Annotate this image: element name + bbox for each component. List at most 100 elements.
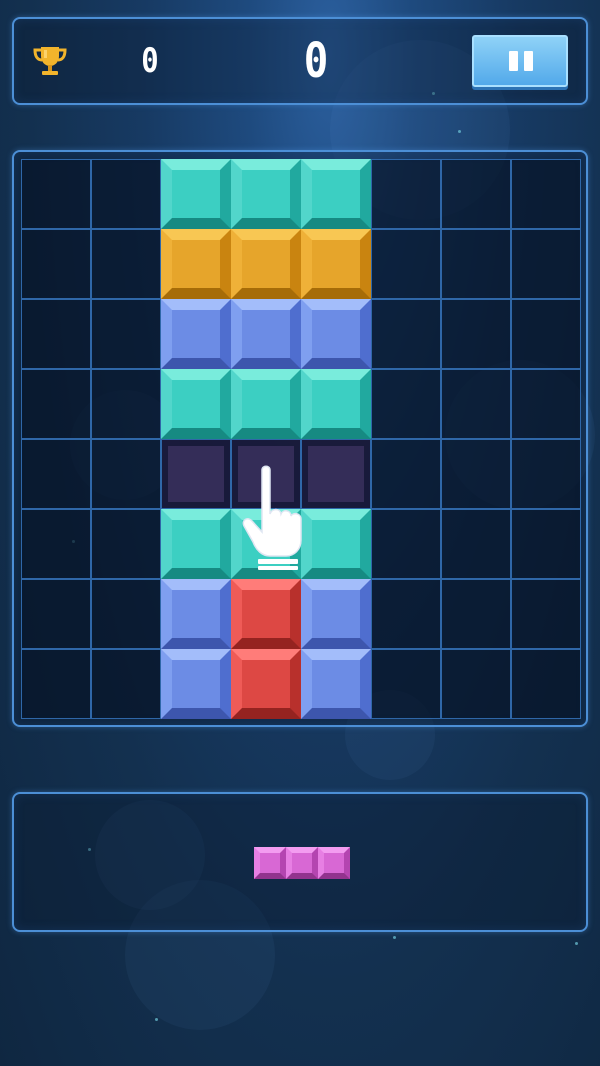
- board-cell[interactable]: [21, 229, 91, 299]
- board-cell[interactable]: [511, 579, 581, 649]
- board-cell[interactable]: [21, 159, 91, 229]
- board-cell[interactable]: [371, 579, 441, 649]
- board-cell[interactable]: [441, 369, 511, 439]
- board-cell[interactable]: [441, 159, 511, 229]
- board-cell[interactable]: [301, 229, 371, 299]
- background-particle: [155, 1018, 158, 1021]
- block-teal: [161, 509, 231, 579]
- background-particle: [393, 936, 396, 939]
- block-teal: [231, 369, 301, 439]
- board-cell[interactable]: [91, 369, 161, 439]
- board-cell[interactable]: [231, 229, 301, 299]
- board-cell[interactable]: [231, 369, 301, 439]
- block-orange: [161, 229, 231, 299]
- board-cell[interactable]: [161, 369, 231, 439]
- placement-preview-cell: [302, 440, 370, 508]
- board-cell[interactable]: [301, 439, 371, 509]
- board-cell[interactable]: [511, 369, 581, 439]
- block-red: [231, 649, 301, 719]
- pause-icon: [524, 51, 533, 71]
- piece-block-pink: [318, 847, 350, 879]
- block-teal: [161, 159, 231, 229]
- board-cell[interactable]: [91, 159, 161, 229]
- score-header: 0 0: [12, 17, 588, 105]
- best-score-value: 0: [141, 41, 159, 81]
- board-cell[interactable]: [161, 299, 231, 369]
- block-blue: [231, 299, 301, 369]
- board-cell[interactable]: [21, 439, 91, 509]
- draggable-piece-pink-1x3[interactable]: [254, 847, 350, 879]
- board-cell[interactable]: [371, 649, 441, 719]
- board-cell[interactable]: [231, 299, 301, 369]
- board-cell[interactable]: [371, 509, 441, 579]
- piece-block-pink: [286, 847, 318, 879]
- block-blue: [161, 299, 231, 369]
- block-teal: [231, 159, 301, 229]
- board-cell[interactable]: [371, 229, 441, 299]
- board-cell[interactable]: [511, 509, 581, 579]
- placement-preview-cell: [232, 440, 300, 508]
- board-cell[interactable]: [301, 509, 371, 579]
- block-teal: [161, 369, 231, 439]
- board-cell[interactable]: [301, 649, 371, 719]
- board-cell[interactable]: [371, 159, 441, 229]
- board-cell[interactable]: [371, 299, 441, 369]
- board-cell[interactable]: [21, 369, 91, 439]
- board-cell[interactable]: [441, 649, 511, 719]
- board-cell[interactable]: [91, 299, 161, 369]
- board-cell[interactable]: [161, 159, 231, 229]
- placement-preview-cell: [162, 440, 230, 508]
- piece-tray: [12, 792, 588, 932]
- board-cell[interactable]: [441, 299, 511, 369]
- block-blue: [161, 579, 231, 649]
- board-cell[interactable]: [511, 649, 581, 719]
- board-cell[interactable]: [91, 649, 161, 719]
- pause-button[interactable]: [472, 35, 568, 87]
- block-teal: [301, 509, 371, 579]
- board-cell[interactable]: [511, 299, 581, 369]
- block-blue: [161, 649, 231, 719]
- board-cell[interactable]: [161, 229, 231, 299]
- board-cell[interactable]: [511, 439, 581, 509]
- board-cell[interactable]: [161, 439, 231, 509]
- board-cell[interactable]: [231, 649, 301, 719]
- board-cell[interactable]: [441, 579, 511, 649]
- board-cell[interactable]: [91, 229, 161, 299]
- board-cell[interactable]: [231, 439, 301, 509]
- board-cell[interactable]: [231, 159, 301, 229]
- board-cell[interactable]: [511, 159, 581, 229]
- block-orange: [231, 229, 301, 299]
- board-cell[interactable]: [441, 229, 511, 299]
- board-cell[interactable]: [301, 299, 371, 369]
- board-cell[interactable]: [21, 579, 91, 649]
- piece-block-pink: [254, 847, 286, 879]
- pause-icon: [509, 51, 518, 71]
- board-cell[interactable]: [161, 509, 231, 579]
- block-orange: [301, 229, 371, 299]
- board-cell[interactable]: [231, 509, 301, 579]
- board-cell[interactable]: [21, 649, 91, 719]
- block-blue: [301, 299, 371, 369]
- block-blue: [301, 649, 371, 719]
- current-score-value: 0: [303, 33, 329, 89]
- board-cell[interactable]: [21, 299, 91, 369]
- board-cell[interactable]: [371, 369, 441, 439]
- board-cell[interactable]: [371, 439, 441, 509]
- trophy-icon: [33, 47, 67, 75]
- board-cell[interactable]: [91, 439, 161, 509]
- board-cell[interactable]: [301, 369, 371, 439]
- board-cell[interactable]: [301, 159, 371, 229]
- board-cell[interactable]: [511, 229, 581, 299]
- board-cell[interactable]: [21, 509, 91, 579]
- board-cell[interactable]: [91, 509, 161, 579]
- board-cell[interactable]: [441, 439, 511, 509]
- board-cell[interactable]: [231, 579, 301, 649]
- block-teal: [301, 369, 371, 439]
- board-cell[interactable]: [161, 579, 231, 649]
- board-cell[interactable]: [441, 509, 511, 579]
- board-cell[interactable]: [91, 579, 161, 649]
- block-teal: [301, 159, 371, 229]
- board-cell[interactable]: [301, 579, 371, 649]
- board-cell[interactable]: [161, 649, 231, 719]
- block-blue: [301, 579, 371, 649]
